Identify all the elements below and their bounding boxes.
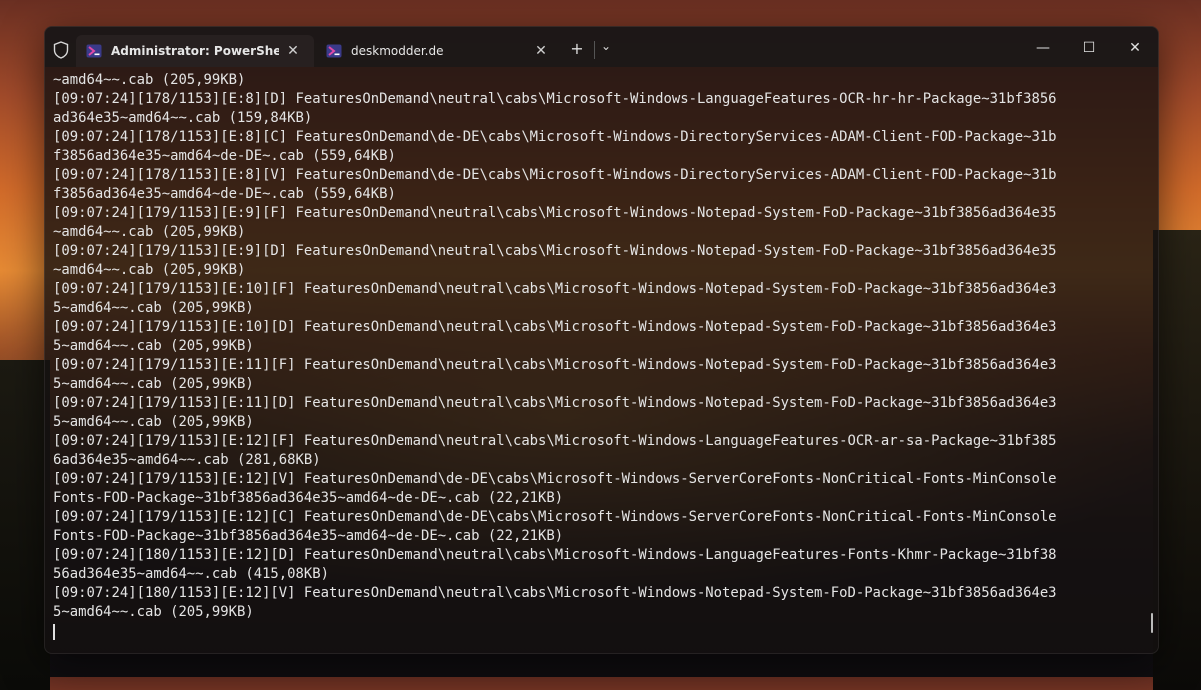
close-tab-icon[interactable]: ✕ [531, 43, 551, 59]
console-line: [09:07:24][179/1153][E:9][D] FeaturesOnD… [53, 243, 1057, 259]
title-bar[interactable]: Administrator: PowerShell 7 P ✕ deskmodd… [45, 27, 1158, 67]
console-line: 5~amd64~~.cab (205,99KB) [53, 338, 254, 354]
maximize-button[interactable]: ☐ [1066, 35, 1112, 61]
minimize-button[interactable]: — [1020, 35, 1066, 61]
console-line: f3856ad364e35~amd64~de-DE~.cab (559,64KB… [53, 186, 396, 202]
console-line: ~amd64~~.cab (205,99KB) [53, 262, 246, 278]
console-line: 5~amd64~~.cab (205,99KB) [53, 376, 254, 392]
new-tab-button[interactable]: + [567, 39, 587, 58]
shield-icon [53, 41, 69, 59]
tab-deskmodder[interactable]: deskmodder.de ✕ [316, 35, 552, 67]
console-line: [09:07:24][179/1153][E:12][F] FeaturesOn… [53, 433, 1057, 449]
text-cursor [53, 624, 55, 640]
console-line: ad364e35~amd64~~.cab (159,84KB) [53, 110, 313, 126]
close-tab-icon[interactable]: ✕ [283, 43, 303, 59]
console-line: 56ad364e35~amd64~~.cab (415,08KB) [53, 566, 329, 582]
console-line: [09:07:24][179/1153][E:9][F] FeaturesOnD… [53, 205, 1057, 221]
console-line: [09:07:24][179/1153][E:10][D] FeaturesOn… [53, 319, 1057, 335]
tab-label: Administrator: PowerShell 7 P [111, 44, 279, 58]
wallpaper-trees-right [1153, 230, 1201, 690]
console-line: [09:07:24][178/1153][E:8][C] FeaturesOnD… [53, 129, 1057, 145]
console-line: f3856ad364e35~amd64~de-DE~.cab (559,64KB… [53, 148, 396, 164]
wallpaper-trees-left [0, 360, 50, 690]
console-output[interactable]: ~amd64~~.cab (205,99KB) [09:07:24][178/11… [53, 71, 1140, 653]
console-line: [09:07:24][179/1153][E:11][F] FeaturesOn… [53, 357, 1057, 373]
tab-label: deskmodder.de [351, 44, 444, 58]
close-window-button[interactable]: ✕ [1112, 35, 1158, 61]
console-line: [09:07:24][178/1153][E:8][D] FeaturesOnD… [53, 91, 1057, 107]
console-line: [09:07:24][179/1153][E:12][C] FeaturesOn… [53, 509, 1057, 525]
console-line: Fonts-FOD-Package~31bf3856ad364e35~amd64… [53, 490, 564, 506]
console-line: [09:07:24][180/1153][E:12][D] FeaturesOn… [53, 547, 1057, 563]
divider [594, 41, 595, 59]
powershell-icon [86, 44, 102, 58]
console-line: 5~amd64~~.cab (205,99KB) [53, 300, 254, 316]
prompt-line[interactable] [53, 622, 1140, 641]
console-line: 5~amd64~~.cab (205,99KB) [53, 414, 254, 430]
console-line: Fonts-FOD-Package~31bf3856ad364e35~amd64… [53, 528, 564, 544]
console-line: [09:07:24][179/1153][E:11][D] FeaturesOn… [53, 395, 1057, 411]
console-line: ~amd64~~.cab (205,99KB) [53, 72, 246, 88]
console-line: 5~amd64~~.cab (205,99KB) [53, 604, 254, 620]
powershell-icon [326, 44, 342, 58]
terminal-window: Administrator: PowerShell 7 P ✕ deskmodd… [44, 26, 1159, 654]
console-line: [09:07:24][180/1153][E:12][V] FeaturesOn… [53, 585, 1057, 601]
console-line: [09:07:24][179/1153][E:12][V] FeaturesOn… [53, 471, 1057, 487]
console-line: [09:07:24][179/1153][E:10][F] FeaturesOn… [53, 281, 1057, 297]
console-line: ~amd64~~.cab (205,99KB) [53, 224, 246, 240]
console-line: [09:07:24][178/1153][E:8][V] FeaturesOnD… [53, 167, 1057, 183]
chevron-down-icon[interactable]: ⌄ [598, 39, 614, 53]
console-line: 6ad364e35~amd64~~.cab (281,68KB) [53, 452, 321, 468]
tab-powershell-admin[interactable]: Administrator: PowerShell 7 P ✕ [76, 35, 314, 67]
scrollbar[interactable] [1151, 613, 1153, 633]
